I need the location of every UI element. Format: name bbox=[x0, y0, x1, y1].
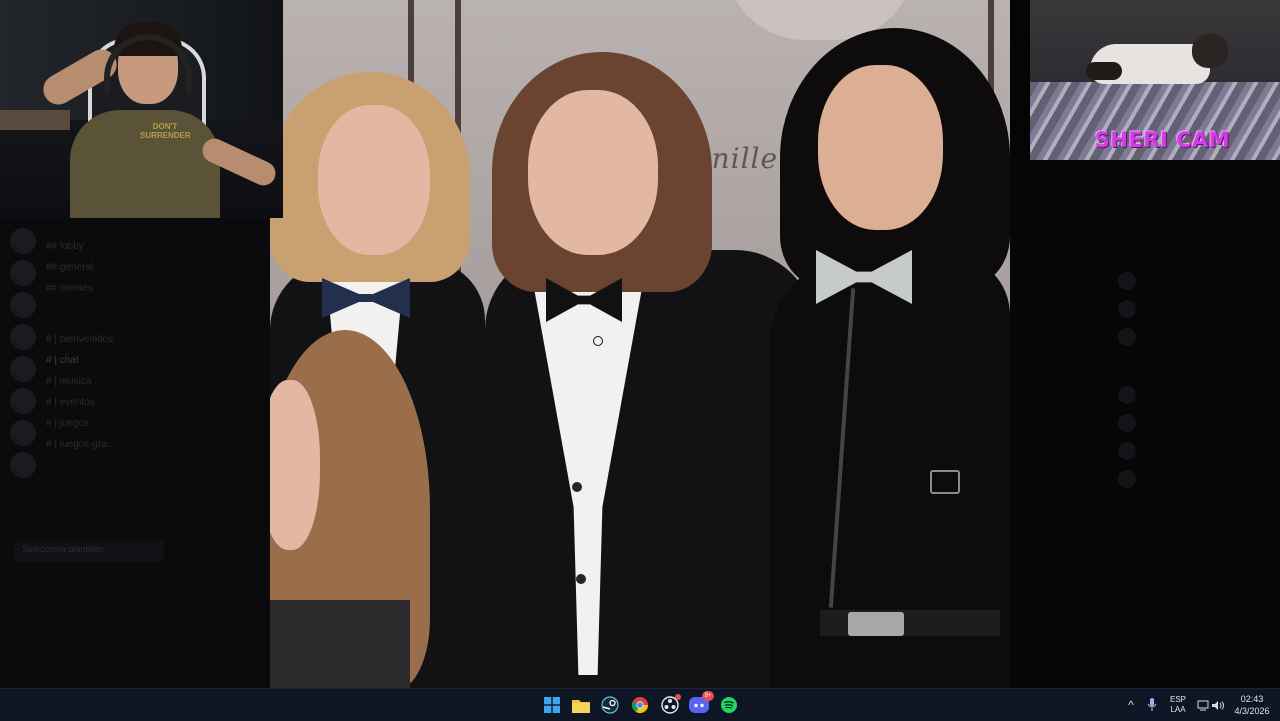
main-photo: Bnillen bbox=[270, 0, 1010, 688]
shirt-print: DON'T SURRENDER bbox=[140, 122, 191, 140]
discord-background-right bbox=[1010, 160, 1280, 688]
server-icon[interactable] bbox=[10, 356, 36, 382]
spotify-button[interactable] bbox=[717, 693, 741, 717]
chrome-button[interactable] bbox=[628, 693, 652, 717]
member-row[interactable] bbox=[1118, 300, 1280, 318]
network-icon[interactable] bbox=[1196, 689, 1210, 721]
spotify-icon bbox=[721, 697, 737, 713]
member-row[interactable] bbox=[1118, 470, 1280, 488]
channel-item[interactable]: # | eventos bbox=[46, 392, 226, 413]
server-icon[interactable] bbox=[10, 324, 36, 350]
suspender-clip bbox=[930, 470, 960, 494]
notice-panel: Selecciona plantillas bbox=[14, 540, 164, 562]
channel-list: ## lobby ## general ## memes # | bienven… bbox=[46, 236, 226, 455]
language-indicator[interactable]: ESP LAA bbox=[1166, 695, 1190, 715]
windows-taskbar: 9+ ^ ESP LAA 02:43 4/3/2026 bbox=[0, 688, 1280, 721]
server-icon[interactable] bbox=[10, 292, 36, 318]
volume-icon[interactable] bbox=[1211, 689, 1225, 721]
member-row[interactable] bbox=[1118, 386, 1280, 404]
channel-item[interactable]: ## lobby bbox=[46, 236, 226, 257]
language-code: ESP bbox=[1169, 695, 1186, 704]
server-icon[interactable] bbox=[10, 388, 36, 414]
tray-overflow-chevron-icon[interactable]: ^ bbox=[1124, 689, 1138, 721]
channel-item[interactable]: # | chat bbox=[46, 350, 226, 371]
member-row[interactable] bbox=[1118, 414, 1280, 432]
member-row[interactable] bbox=[1118, 328, 1280, 346]
channel-item[interactable]: # | musica bbox=[46, 371, 226, 392]
obs-button[interactable] bbox=[658, 693, 682, 717]
obs-recording-dot bbox=[675, 694, 681, 700]
member-row[interactable] bbox=[1118, 442, 1280, 460]
file-explorer-button[interactable] bbox=[569, 693, 593, 717]
server-icon[interactable] bbox=[10, 452, 36, 478]
avatar bbox=[1118, 328, 1136, 346]
avatar bbox=[1118, 272, 1136, 290]
avatar bbox=[1118, 470, 1136, 488]
keyboard-layout: LAA bbox=[1170, 705, 1186, 714]
discord-button[interactable]: 9+ bbox=[687, 691, 714, 717]
avatar bbox=[1118, 386, 1136, 404]
server-icon[interactable] bbox=[10, 228, 36, 254]
member-row[interactable] bbox=[1118, 272, 1280, 290]
avatar bbox=[1118, 414, 1136, 432]
channel-item[interactable]: # | juegos bbox=[46, 413, 226, 434]
zoom-cursor-icon bbox=[593, 336, 603, 346]
belt-buckle bbox=[848, 612, 904, 636]
server-icon[interactable] bbox=[10, 420, 36, 446]
chrome-icon bbox=[631, 697, 649, 714]
microphone-icon[interactable] bbox=[1144, 689, 1160, 721]
windows-start-button[interactable] bbox=[540, 693, 564, 717]
steam-icon bbox=[601, 696, 619, 714]
channel-item[interactable]: ## memes bbox=[46, 278, 226, 299]
streamer-webcam: DON'T SURRENDER bbox=[0, 0, 283, 218]
windows-logo-icon bbox=[544, 697, 560, 713]
cat-cam: SHERI CAM bbox=[1030, 0, 1280, 160]
cat-head bbox=[1192, 34, 1228, 68]
discord-background-left: ## lobby ## general ## memes # | bienven… bbox=[0, 218, 270, 688]
server-icon[interactable] bbox=[10, 260, 36, 286]
discord-badge: 9+ bbox=[702, 691, 714, 701]
avatar bbox=[1118, 300, 1136, 318]
cam-label: SHERI CAM bbox=[1094, 128, 1231, 152]
channel-item[interactable]: # | bienvenidos bbox=[46, 329, 226, 350]
clock-time: 02:43 bbox=[1240, 694, 1264, 704]
system-clock[interactable]: 02:43 4/3/2026 bbox=[1228, 693, 1276, 717]
steam-button[interactable] bbox=[598, 693, 622, 717]
channel-item[interactable]: # | juegos-gra... bbox=[46, 434, 226, 455]
channel-item[interactable]: ## general bbox=[46, 257, 226, 278]
avatar bbox=[1118, 442, 1136, 460]
folder-icon bbox=[572, 699, 590, 713]
clock-date: 4/3/2026 bbox=[1234, 706, 1270, 716]
server-rail bbox=[6, 222, 40, 682]
